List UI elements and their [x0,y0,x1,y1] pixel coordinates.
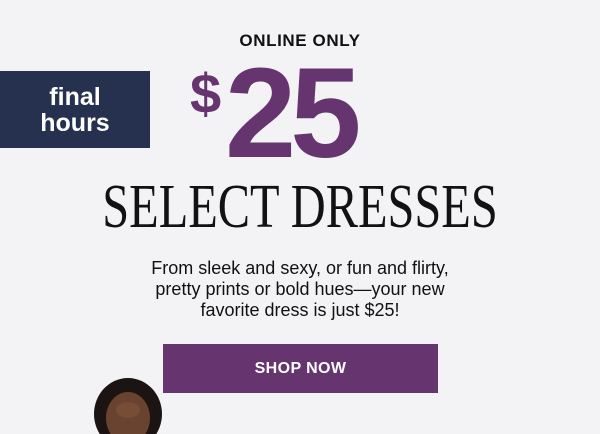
shop-now-label: SHOP NOW [254,359,347,377]
promo-headline: SELECT DRESSES [102,173,498,241]
badge-line-1: final [49,82,101,111]
shop-now-button[interactable]: SHOP NOW [163,344,438,393]
price-currency-symbol: $ [190,62,222,125]
description-line-3: favorite dress is just $25! [200,300,400,320]
price-amount: 25 [225,42,361,185]
final-hours-badge: final hours [0,71,150,148]
description-line-1: From sleek and sexy, or fun and flirty, [151,258,449,278]
promo-description: From sleek and sexy, or fun and flirty, … [100,258,500,321]
description-line-2: pretty prints or bold hues—your new [155,279,445,299]
model-photo [88,374,168,434]
badge-line-2: hours [40,108,110,137]
